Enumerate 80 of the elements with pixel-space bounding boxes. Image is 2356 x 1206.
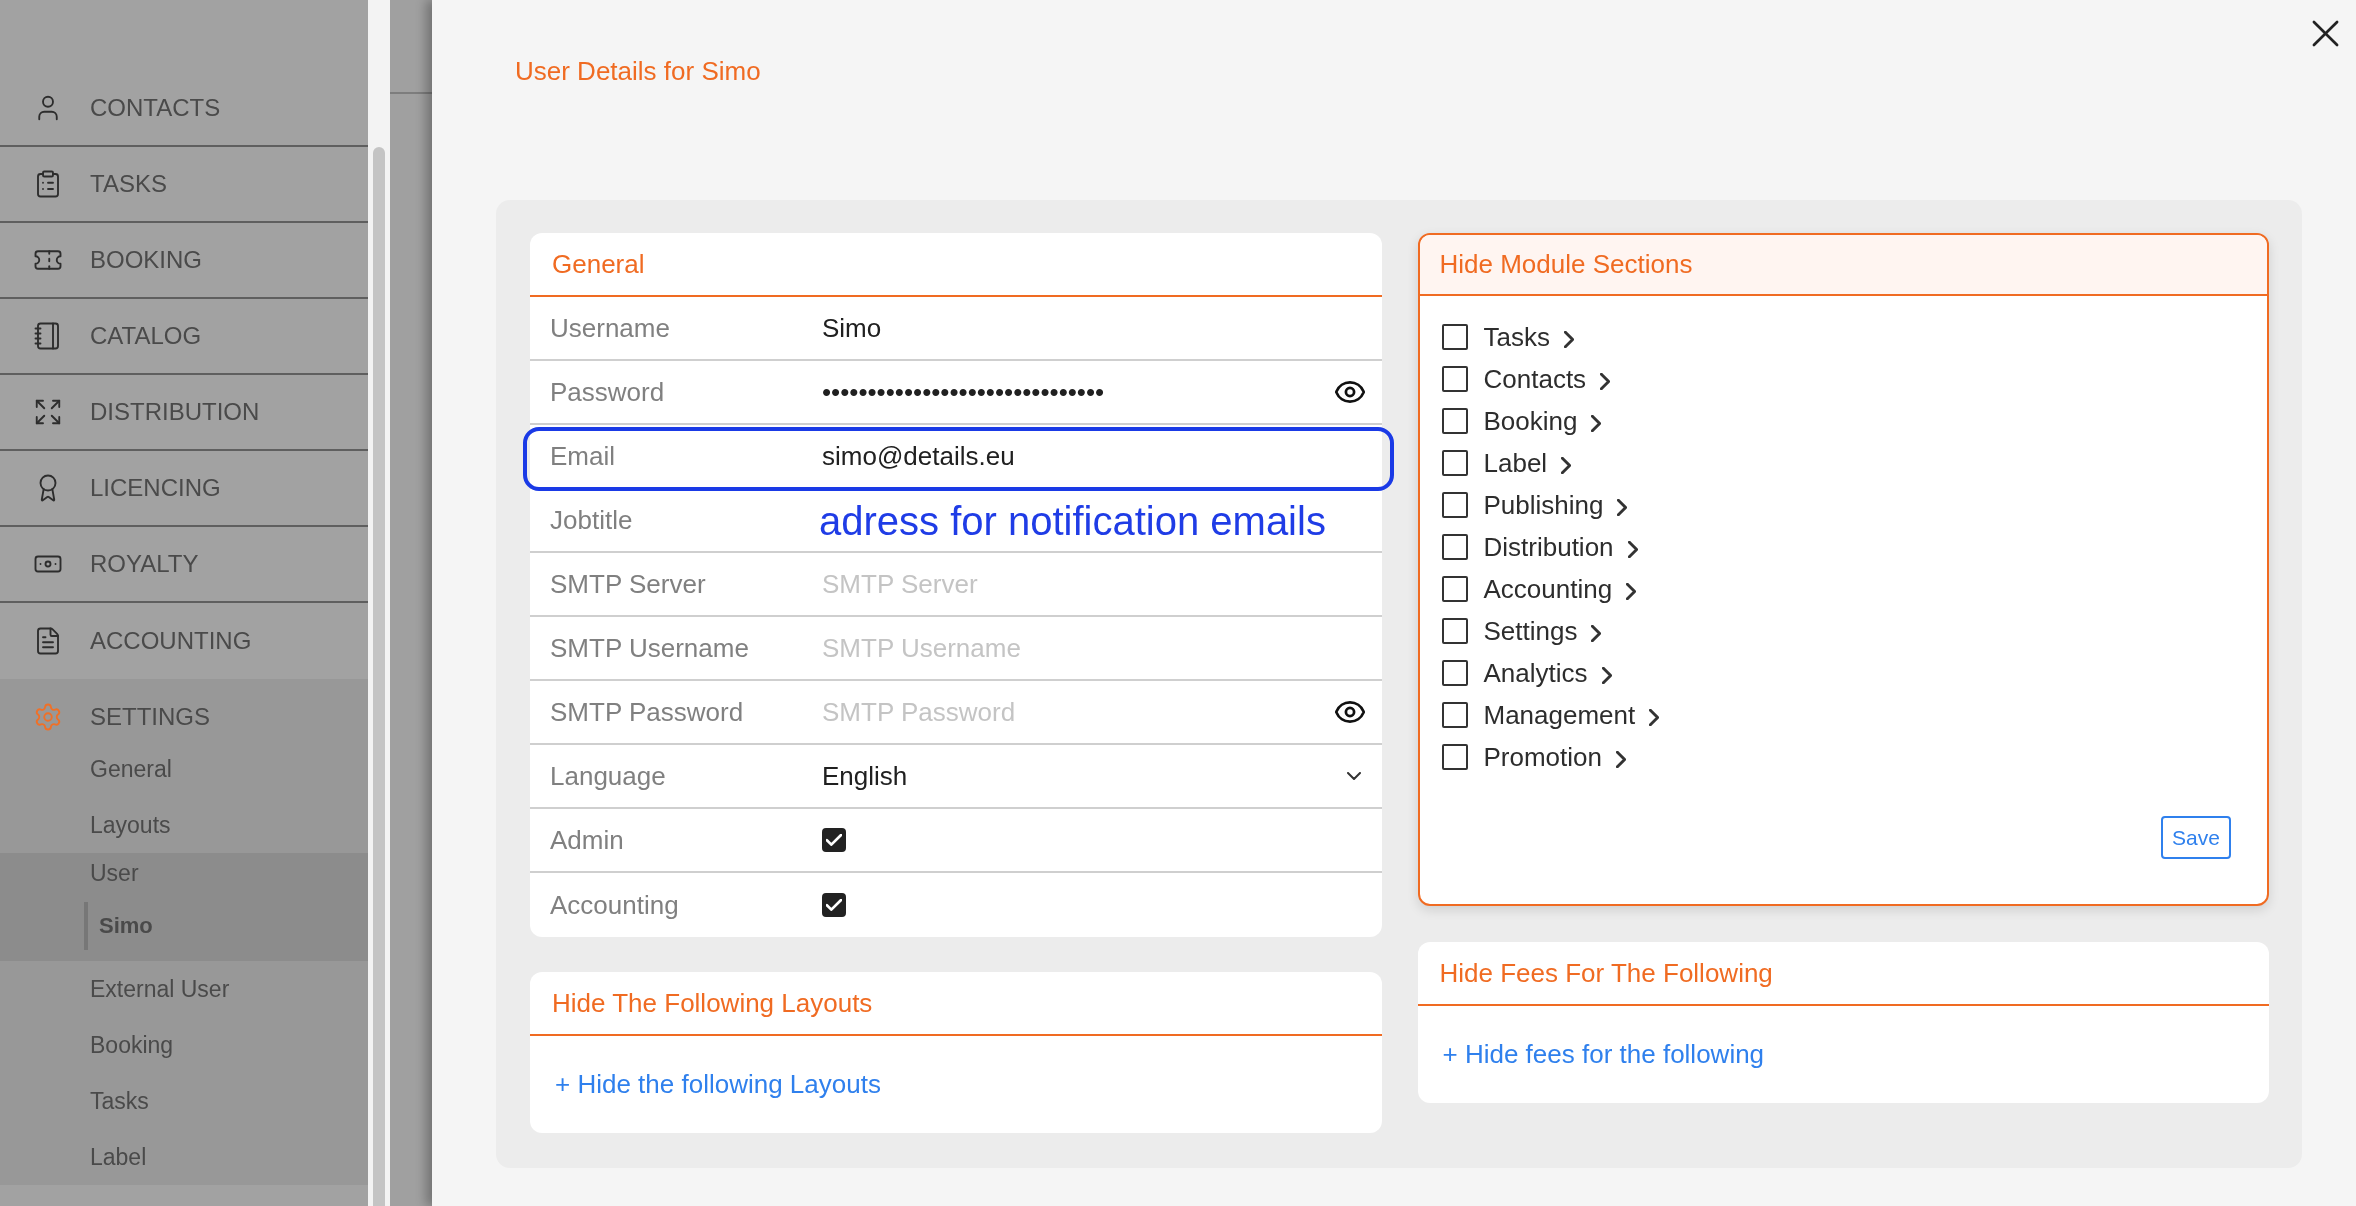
checkbox[interactable] [1441, 408, 1468, 434]
module-label: Accounting [1483, 573, 1613, 605]
input-field[interactable]: SMTP Username [822, 626, 1365, 670]
module-label: Settings [1483, 615, 1578, 647]
module-label: Tasks [1483, 321, 1550, 353]
card-title: Hide Module Sections [1438, 249, 1694, 280]
nav-subitem[interactable]: Layouts [0, 797, 368, 853]
module-label: Publishing [1483, 489, 1604, 521]
nav-subitem[interactable]: User [0, 853, 368, 893]
nav-subitem[interactable]: Label [0, 1129, 368, 1185]
select-field[interactable]: English [822, 754, 1365, 798]
add-link[interactable]: + Hide fees for the following [1442, 1039, 1765, 1070]
checkbox[interactable] [1441, 744, 1468, 770]
chevron-right-icon[interactable] [1649, 709, 1660, 726]
input-field[interactable]: SMTP Server [822, 562, 1365, 606]
checkbox[interactable] [1441, 492, 1468, 518]
card-title: Hide The Following Layouts [551, 987, 874, 1019]
chevron-right-icon[interactable] [1601, 667, 1612, 684]
field-label: SMTP Password [550, 696, 744, 728]
checkmark-icon [826, 899, 842, 911]
field-label: Accounting [550, 889, 679, 921]
expand-arrows-icon [33, 397, 63, 427]
chevron-right-icon[interactable] [1617, 499, 1628, 516]
close-button[interactable] [2312, 20, 2339, 47]
input-field[interactable]: Simo [822, 306, 1365, 350]
field-label: Email [550, 440, 615, 472]
password-field[interactable]: SMTP Password [822, 690, 1365, 734]
checkbox[interactable] [1441, 366, 1468, 392]
input-field[interactable]: simo@details.eu [822, 434, 1365, 478]
nav-subitem[interactable]: Booking [0, 1017, 368, 1073]
chevron-right-icon[interactable] [1561, 457, 1572, 474]
card-title: General [551, 248, 646, 280]
module-label: Distribution [1483, 531, 1614, 563]
module-label: Contacts [1483, 363, 1587, 395]
nav-item[interactable]: SETTINGS [0, 679, 368, 741]
chevron-right-icon[interactable] [1563, 331, 1574, 348]
module-label: Label [1483, 447, 1548, 479]
annotation-text: adress for notification emails [819, 498, 1326, 544]
checkmark-icon [826, 834, 842, 846]
module-label: Analytics [1483, 657, 1588, 689]
checkbox[interactable] [1441, 702, 1468, 728]
card-title: Hide Fees For The Following [1438, 957, 1774, 989]
nav-subitem[interactable]: General [0, 741, 368, 797]
checkbox[interactable] [1441, 324, 1468, 350]
checkbox[interactable] [1441, 450, 1468, 476]
checkbox[interactable] [1441, 660, 1468, 686]
checkbox[interactable] [822, 893, 846, 917]
field-label: Jobtitle [550, 504, 633, 536]
settings-icon [33, 702, 63, 732]
chevron-right-icon[interactable] [1600, 373, 1611, 390]
eye-icon[interactable] [1334, 701, 1365, 723]
chevron-right-icon[interactable] [1591, 625, 1602, 642]
module-label: Booking [1483, 405, 1578, 437]
nav-subitem[interactable]: Tasks [0, 1073, 368, 1129]
field-label: Password [550, 376, 665, 408]
field-label: SMTP Server [550, 568, 706, 600]
chevron-right-icon[interactable] [1626, 583, 1637, 600]
scrollbar-thumb[interactable] [373, 147, 385, 1206]
chevron-right-icon[interactable] [1616, 751, 1626, 768]
checkbox[interactable] [822, 828, 846, 852]
eye-icon[interactable] [1334, 381, 1365, 403]
chevron-right-icon[interactable] [1591, 415, 1602, 432]
field-label: Username [550, 312, 670, 344]
nav-item[interactable]: ACCOUNTING [0, 603, 368, 679]
field-label: Language [550, 760, 666, 792]
checkbox[interactable] [1441, 534, 1468, 560]
field-label: SMTP Username [550, 632, 749, 664]
checkbox[interactable] [1441, 618, 1468, 644]
password-field[interactable]: ••••••••••••••••••••••••••••••• [822, 370, 1365, 414]
chevron-right-icon[interactable] [1627, 541, 1638, 558]
nav-subitem[interactable]: External User [0, 961, 368, 1017]
field-label: Admin [550, 824, 624, 856]
chevron-down-icon [1346, 772, 1361, 780]
add-link[interactable]: + Hide the following Layouts [555, 1069, 881, 1100]
drawer-title: User Details for Simo [515, 56, 761, 86]
checkbox[interactable] [1441, 576, 1468, 602]
module-label: Promotion [1483, 741, 1602, 773]
module-label: Management [1483, 699, 1636, 731]
close-icon [2312, 20, 2339, 47]
save-button[interactable]: Save [2161, 816, 2231, 859]
